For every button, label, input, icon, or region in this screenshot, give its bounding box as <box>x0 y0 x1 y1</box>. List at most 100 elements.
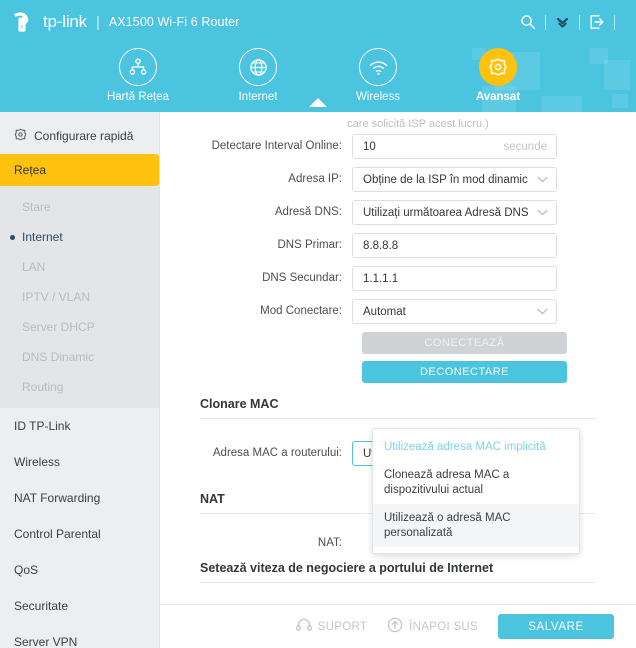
sidebar-sub-label: Server DHCP <box>22 320 95 334</box>
form-row-online-detect-interval: Detectare Interval Online: 10 secunde <box>182 134 614 159</box>
headset-icon <box>295 618 312 635</box>
logout-icon[interactable] <box>589 14 605 30</box>
quick-setup-icon <box>14 128 27 144</box>
router-admin-page: tp-link | AX1500 Wi-Fi 6 Router Hartă Re… <box>0 0 636 648</box>
globe-icon <box>239 48 277 86</box>
sidebar-item-qos[interactable]: QoS <box>0 552 159 588</box>
dropdown-option-clone-device-mac[interactable]: Clonează adresa MAC a dispozitivului act… <box>373 461 579 504</box>
page-header: tp-link | AX1500 Wi-Fi 6 Router Hartă Re… <box>0 0 636 112</box>
sidebar-group-network[interactable]: Rețea <box>0 154 159 186</box>
dropdown-option-default-mac[interactable]: Utilizează adresa MAC implicită <box>373 433 579 461</box>
network-map-icon <box>119 48 157 86</box>
sidebar-quick-setup-label: Configurare rapidă <box>34 129 134 143</box>
header-icon-group <box>520 14 624 30</box>
gear-icon <box>479 48 517 86</box>
field-label: NAT: <box>317 537 342 549</box>
connection-mode-control: Automat <box>352 299 557 324</box>
dropdown-option-custom-mac[interactable]: Utilizează o adresă MAC personalizată <box>373 504 579 547</box>
wifi-icon <box>359 48 397 86</box>
connection-mode-select[interactable]: Automat <box>352 299 557 324</box>
active-bullet-icon <box>10 234 15 240</box>
sidebar-item-nat-forwarding[interactable]: NAT Forwarding <box>0 480 159 516</box>
form-row-primary-dns: DNS Primar: 8.8.8.8 <box>182 233 614 258</box>
form-row-dns-address: Adresă DNS: Utilizați următoarea Adresă … <box>182 200 614 225</box>
field-label: Adresa IP: <box>288 173 342 186</box>
sidebar-item-parental-control[interactable]: Control Parental <box>0 516 159 552</box>
brand-name: tp-link <box>43 12 87 31</box>
active-tab-pointer <box>309 98 327 107</box>
back-to-top-link[interactable]: ÎNAPOI SUS <box>387 617 478 636</box>
field-label: Adresă DNS: <box>274 206 342 219</box>
sidebar-sub-label: LAN <box>22 260 46 274</box>
back-to-top-label: ÎNAPOI SUS <box>409 620 478 633</box>
arrow-up-circle-icon <box>387 617 403 636</box>
sidebar-item-security[interactable]: Securitate <box>0 588 159 624</box>
nav-item-internet[interactable]: Internet <box>221 48 295 103</box>
nav-item-advanced[interactable]: Avansat <box>309 48 535 107</box>
dns-address-select[interactable]: Utilizați următoarea Adresă DNS <box>352 200 557 225</box>
primary-dns-input[interactable]: 8.8.8.8 <box>352 233 557 258</box>
dns-address-control: Utilizați următoarea Adresă DNS <box>352 200 557 225</box>
field-label: DNS Primar: <box>277 239 342 252</box>
sidebar-item-dynamic-dns[interactable]: DNS Dinamic <box>0 342 159 372</box>
brand-row: tp-link | AX1500 Wi-Fi 6 Router <box>0 0 636 44</box>
footer-bar: SUPORT ÎNAPOI SUS SALVARE <box>160 604 636 648</box>
main-content: care solicită ISP acest lucru.) Detectar… <box>160 112 636 648</box>
section-divider <box>200 418 596 419</box>
sidebar-submenu-network: Stare Internet LAN IPTV / VLAN Server DH… <box>0 186 159 408</box>
search-icon[interactable] <box>520 14 536 30</box>
secondary-dns-input[interactable]: 1.1.1.1 <box>352 266 557 291</box>
field-label: DNS Secundar: <box>262 272 342 285</box>
header-icon-sep <box>545 14 546 30</box>
sidebar-item-wireless[interactable]: Wireless <box>0 444 159 480</box>
sidebar-item-tplink-id[interactable]: ID TP-Link <box>0 408 159 444</box>
field-label: Adresa MAC a routerului: <box>212 447 342 460</box>
chevron-down-icon[interactable] <box>555 14 570 30</box>
sidebar-sub-label: DNS Dinamic <box>22 350 95 364</box>
ip-address-select[interactable]: Obține de la ISP în mod dinamic <box>352 167 557 192</box>
sidebar-item-routing[interactable]: Routing <box>0 372 159 402</box>
form-row-connection-mode: Mod Conectare: Automat <box>182 299 614 324</box>
sidebar-item-lan[interactable]: LAN <box>0 252 159 282</box>
primary-dns-control: 8.8.8.8 <box>352 233 557 258</box>
tplink-logo-icon <box>12 9 38 35</box>
truncated-hint-text: care solicită ISP acest lucru.) <box>347 118 489 130</box>
sidebar-item-stare[interactable]: Stare <box>0 192 159 222</box>
form-row-secondary-dns: DNS Secundar: 1.1.1.1 <box>182 266 614 291</box>
save-button[interactable]: SALVARE <box>498 614 614 639</box>
nav-label: Wireless <box>355 91 401 103</box>
connect-button[interactable]: CONECTEAZĂ <box>362 332 567 354</box>
disconnect-button-row: DECONECTARE <box>182 361 614 383</box>
interval-unit-label: secunde <box>503 140 547 153</box>
section-title-port-speed: Setează viteza de negociere a portului d… <box>200 560 494 575</box>
sidebar-sub-label: Routing <box>22 380 64 394</box>
router-mac-dropdown-menu[interactable]: Utilizează adresa MAC implicită Clonează… <box>372 428 580 554</box>
nav-label: Internet <box>238 91 278 103</box>
header-icon-sep <box>579 14 580 30</box>
nav-item-network-map[interactable]: Hartă Rețea <box>101 48 175 103</box>
section-title-mac-clone: Clonare MAC <box>200 397 279 411</box>
form-row-ip-address: Adresa IP: Obține de la ISP în mod dinam… <box>182 167 614 192</box>
sidebar: Configurare rapidă Rețea Stare Internet … <box>0 112 160 648</box>
connect-button-row: CONECTEAZĂ <box>182 332 614 354</box>
secondary-dns-control: 1.1.1.1 <box>352 266 557 291</box>
tplink-logo[interactable]: tp-link <box>12 9 87 35</box>
top-navigation: Hartă Rețea Internet Wireless Avansat <box>0 48 636 107</box>
field-label: Detectare Interval Online: <box>211 140 342 153</box>
sidebar-item-quick-setup[interactable]: Configurare rapidă <box>0 118 159 154</box>
header-icon-sep <box>614 14 615 30</box>
sidebar-item-vpn-server[interactable]: Server VPN <box>0 624 159 648</box>
nav-item-wireless[interactable]: Wireless <box>341 48 415 103</box>
page-body: Configurare rapidă Rețea Stare Internet … <box>0 112 636 648</box>
nav-label: Hartă Rețea <box>106 91 169 103</box>
field-label: Mod Conectare: <box>260 305 342 318</box>
sidebar-item-dhcp-server[interactable]: Server DHCP <box>0 312 159 342</box>
support-link[interactable]: SUPORT <box>295 618 368 635</box>
sidebar-item-internet[interactable]: Internet <box>0 222 159 252</box>
nav-label: Avansat <box>475 91 521 103</box>
sidebar-item-iptv-vlan[interactable]: IPTV / VLAN <box>0 282 159 312</box>
support-label: SUPORT <box>317 620 368 633</box>
disconnect-button[interactable]: DECONECTARE <box>362 361 567 383</box>
header-divider: | <box>95 13 100 31</box>
